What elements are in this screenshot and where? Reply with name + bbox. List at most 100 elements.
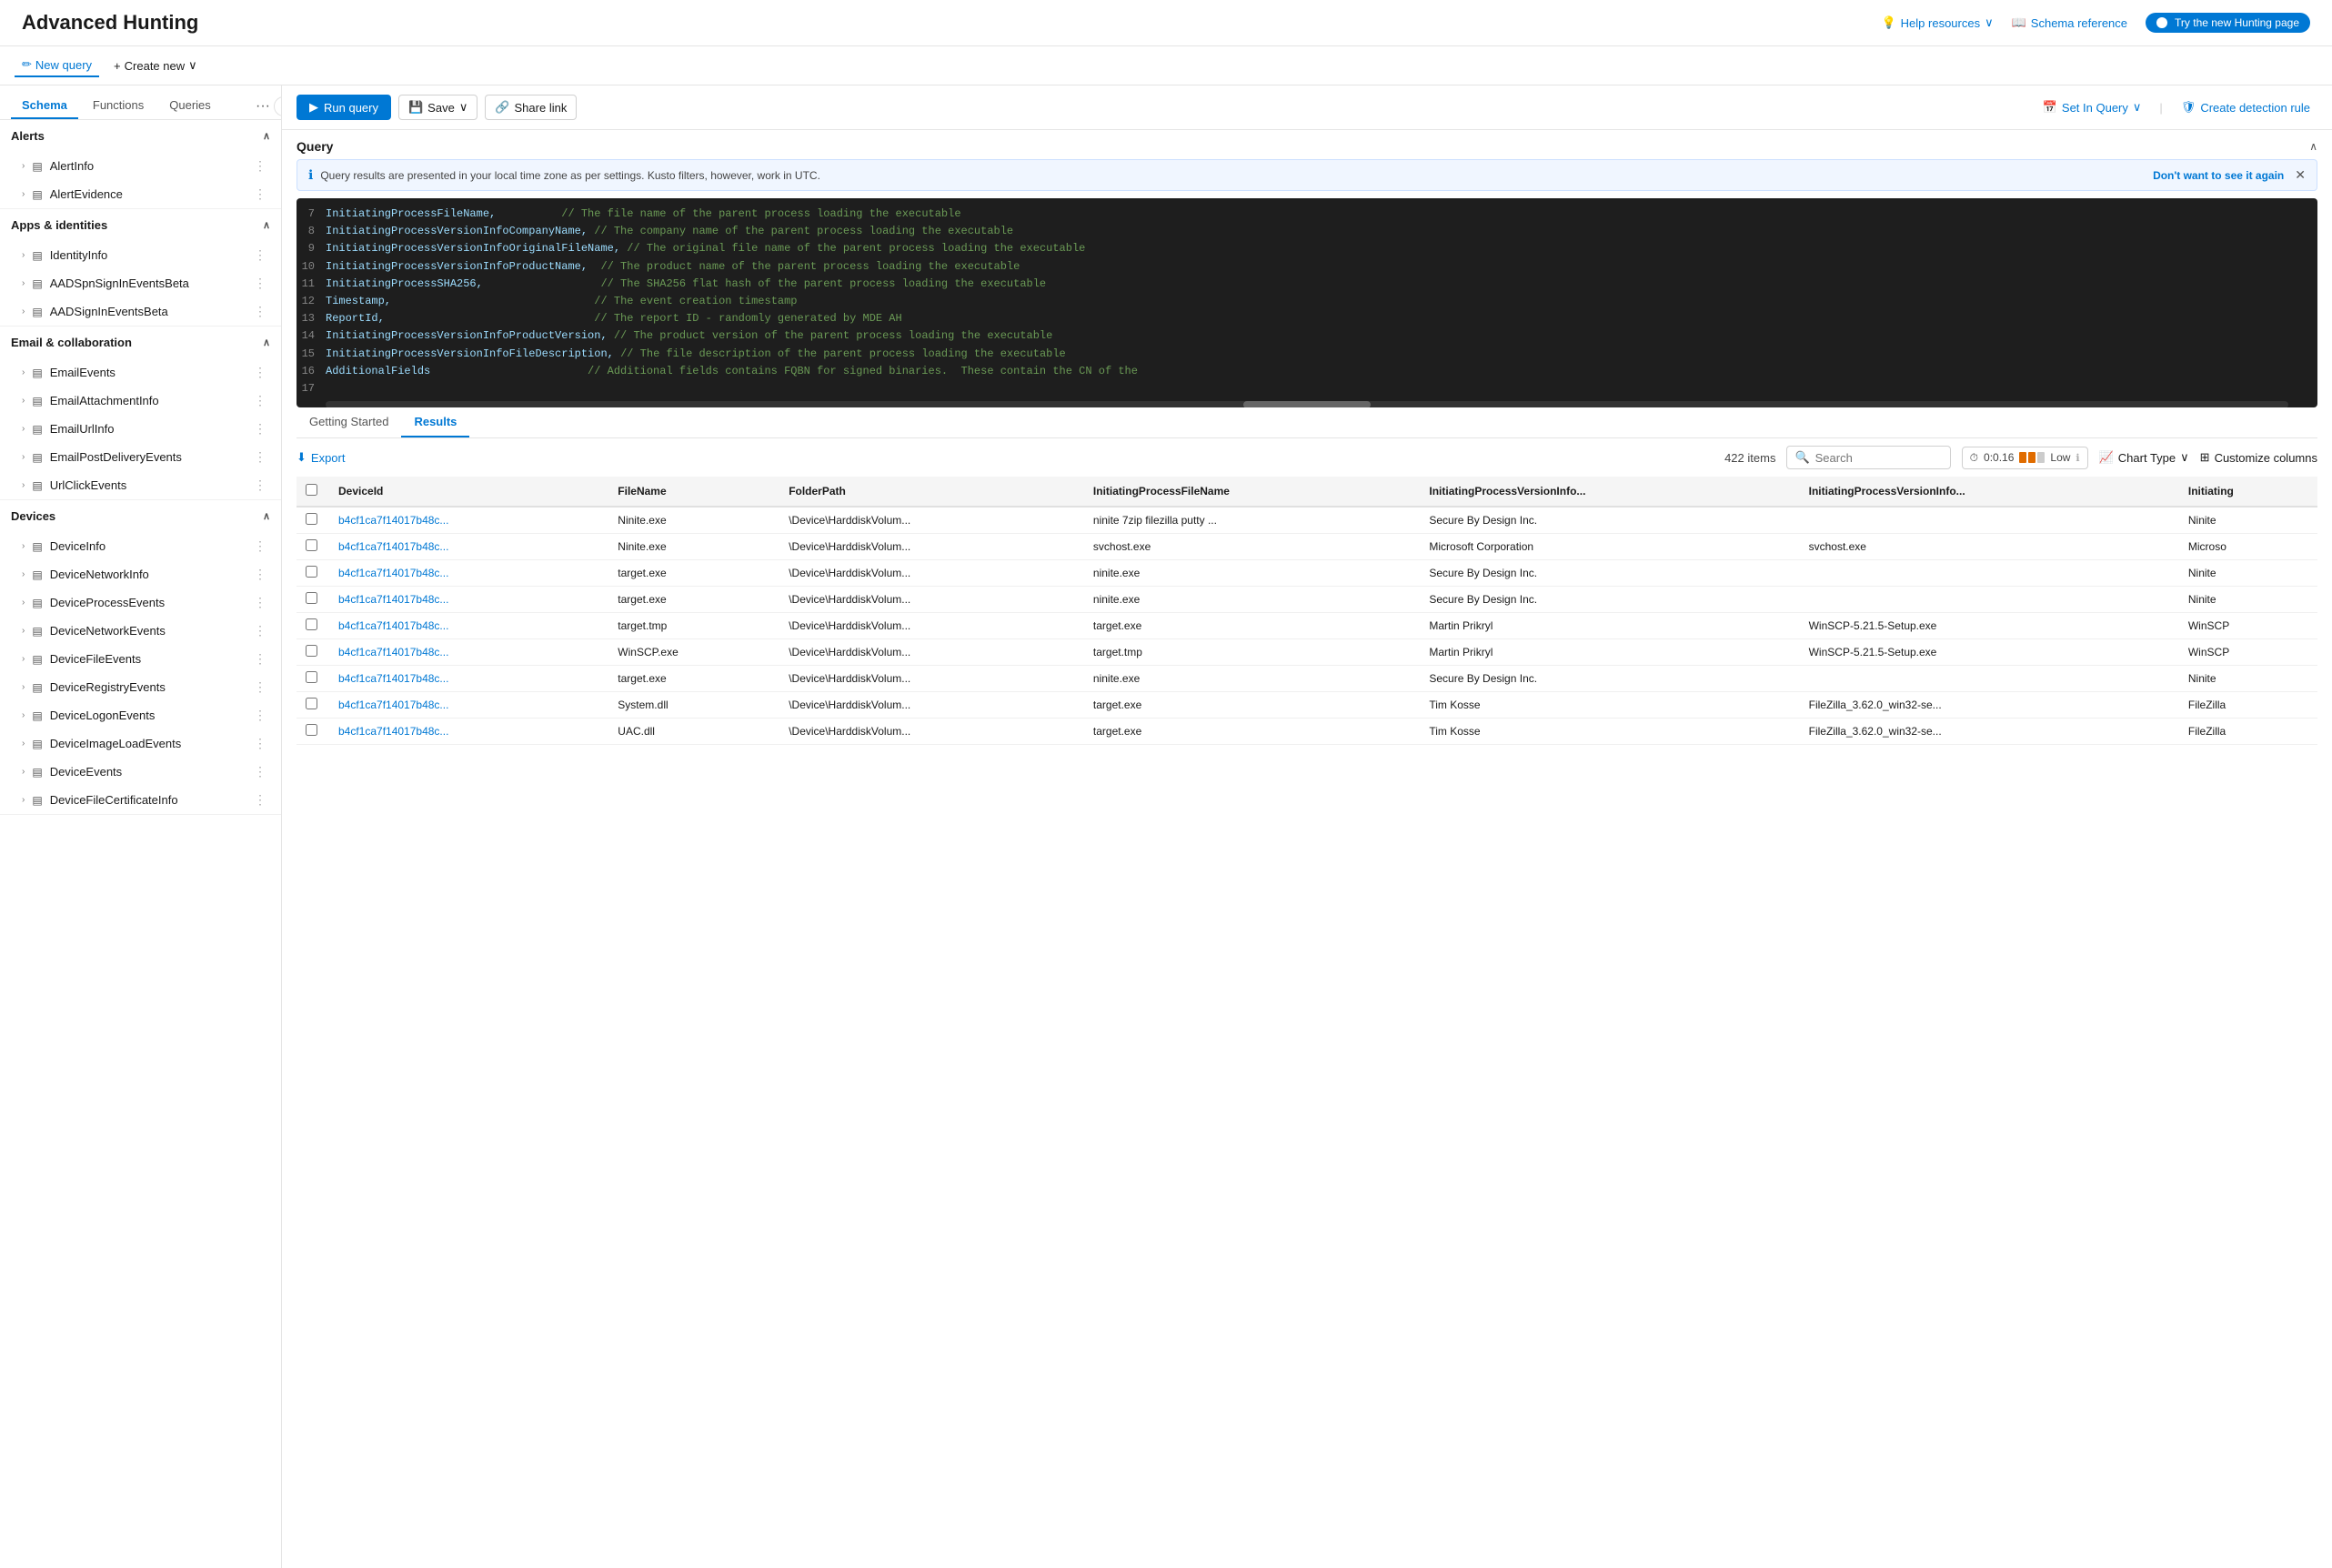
sidebar-more-button[interactable]: ··· bbox=[256, 98, 270, 115]
item-more-icon[interactable]: ⋮ bbox=[250, 565, 270, 584]
schema-item-deviceregistry[interactable]: › ▤ DeviceRegistryEvents ⋮ bbox=[0, 673, 281, 701]
item-more-icon[interactable]: ⋮ bbox=[250, 391, 270, 410]
new-query-button[interactable]: ✏ New query bbox=[15, 54, 99, 77]
schema-item-aadsign[interactable]: › ▤ AADSignInEventsBeta ⋮ bbox=[0, 297, 281, 326]
tab-results[interactable]: Results bbox=[401, 407, 469, 437]
item-more-icon[interactable]: ⋮ bbox=[250, 156, 270, 176]
tab-queries[interactable]: Queries bbox=[158, 93, 222, 119]
expand-icon: › bbox=[22, 626, 25, 636]
item-more-icon[interactable]: ⋮ bbox=[250, 185, 270, 204]
item-more-icon[interactable]: ⋮ bbox=[250, 593, 270, 612]
query-collapse-button[interactable]: ∧ bbox=[2309, 140, 2317, 153]
cell-deviceid[interactable]: b4cf1ca7f14017b48c... bbox=[329, 613, 608, 639]
schema-item-deviceinfo[interactable]: › ▤ DeviceInfo ⋮ bbox=[0, 532, 281, 560]
schema-item-devicelogon[interactable]: › ▤ DeviceLogonEvents ⋮ bbox=[0, 701, 281, 729]
row-checkbox[interactable] bbox=[297, 587, 329, 613]
row-checkbox[interactable] bbox=[297, 507, 329, 534]
item-more-icon[interactable]: ⋮ bbox=[250, 363, 270, 382]
horizontal-scrollbar[interactable] bbox=[326, 401, 2288, 407]
scrollbar-thumb[interactable] bbox=[1243, 401, 1371, 407]
cell-initiatingfilename: ninite.exe bbox=[1084, 666, 1420, 692]
section-alerts-header[interactable]: Alerts ∧ bbox=[0, 120, 281, 152]
item-more-icon[interactable]: ⋮ bbox=[250, 447, 270, 467]
results-table-wrapper[interactable]: DeviceId FileName FolderPath InitiatingP… bbox=[297, 477, 2317, 1568]
save-button[interactable]: 💾 Save ∨ bbox=[398, 95, 477, 120]
item-more-icon[interactable]: ⋮ bbox=[250, 678, 270, 697]
cell-filename: Ninite.exe bbox=[608, 507, 779, 534]
schema-item-devicenetworkevents[interactable]: › ▤ DeviceNetworkEvents ⋮ bbox=[0, 617, 281, 645]
chart-type-button[interactable]: 📈 Chart Type ∨ bbox=[2099, 450, 2189, 465]
schema-item-emailpostdelivery[interactable]: › ▤ EmailPostDeliveryEvents ⋮ bbox=[0, 443, 281, 471]
row-checkbox[interactable] bbox=[297, 666, 329, 692]
item-more-icon[interactable]: ⋮ bbox=[250, 762, 270, 781]
item-more-icon[interactable]: ⋮ bbox=[250, 246, 270, 265]
item-more-icon[interactable]: ⋮ bbox=[250, 790, 270, 809]
schema-item-aadspn[interactable]: › ▤ AADSpnSignInEventsBeta ⋮ bbox=[0, 269, 281, 297]
cell-deviceid[interactable]: b4cf1ca7f14017b48c... bbox=[329, 587, 608, 613]
section-apps-header[interactable]: Apps & identities ∧ bbox=[0, 209, 281, 241]
customize-columns-button[interactable]: ⊞ Customize columns bbox=[2200, 450, 2317, 465]
timing-value: 0:0.16 bbox=[1984, 451, 2014, 464]
item-more-icon[interactable]: ⋮ bbox=[250, 419, 270, 438]
header-initiating: Initiating bbox=[2179, 477, 2317, 507]
item-more-icon[interactable]: ⋮ bbox=[250, 476, 270, 495]
schema-item-emailurl[interactable]: › ▤ EmailUrlInfo ⋮ bbox=[0, 415, 281, 443]
expand-icon: › bbox=[22, 598, 25, 608]
cell-deviceid[interactable]: b4cf1ca7f14017b48c... bbox=[329, 507, 608, 534]
item-more-icon[interactable]: ⋮ bbox=[250, 302, 270, 321]
help-resources-link[interactable]: 💡 Help resources ∨ bbox=[1881, 15, 1993, 30]
item-more-icon[interactable]: ⋮ bbox=[250, 706, 270, 725]
schema-item-alertinfo[interactable]: › ▤ AlertInfo ⋮ bbox=[0, 152, 281, 180]
schema-item-emailattachment[interactable]: › ▤ EmailAttachmentInfo ⋮ bbox=[0, 387, 281, 415]
header-checkbox[interactable] bbox=[297, 477, 329, 507]
row-checkbox[interactable] bbox=[297, 613, 329, 639]
cell-deviceid[interactable]: b4cf1ca7f14017b48c... bbox=[329, 534, 608, 560]
schema-item-deviceevents[interactable]: › ▤ DeviceEvents ⋮ bbox=[0, 758, 281, 786]
schema-item-emailevents[interactable]: › ▤ EmailEvents ⋮ bbox=[0, 358, 281, 387]
cell-deviceid[interactable]: b4cf1ca7f14017b48c... bbox=[329, 666, 608, 692]
tab-schema[interactable]: Schema bbox=[11, 93, 78, 119]
cell-deviceid[interactable]: b4cf1ca7f14017b48c... bbox=[329, 560, 608, 587]
cell-deviceid[interactable]: b4cf1ca7f14017b48c... bbox=[329, 719, 608, 745]
schema-item-devicenetworkinfo[interactable]: › ▤ DeviceNetworkInfo ⋮ bbox=[0, 560, 281, 588]
try-new-toggle[interactable]: Try the new Hunting page bbox=[2146, 13, 2310, 33]
schema-item-identityinfo[interactable]: › ▤ IdentityInfo ⋮ bbox=[0, 241, 281, 269]
item-more-icon[interactable]: ⋮ bbox=[250, 649, 270, 668]
tab-functions[interactable]: Functions bbox=[82, 93, 155, 119]
schema-item-devicefileevents[interactable]: › ▤ DeviceFileEvents ⋮ bbox=[0, 645, 281, 673]
clock-icon: ⏱ bbox=[1970, 451, 1978, 465]
item-more-icon[interactable]: ⋮ bbox=[250, 621, 270, 640]
search-input[interactable] bbox=[1815, 451, 1943, 465]
schema-item-alertevidence[interactable]: › ▤ AlertEvidence ⋮ bbox=[0, 180, 281, 208]
tab-getting-started[interactable]: Getting Started bbox=[297, 407, 401, 437]
row-checkbox[interactable] bbox=[297, 639, 329, 666]
row-checkbox[interactable] bbox=[297, 692, 329, 719]
schema-item-devicefilecert[interactable]: › ▤ DeviceFileCertificateInfo ⋮ bbox=[0, 786, 281, 814]
section-email-header[interactable]: Email & collaboration ∧ bbox=[0, 327, 281, 358]
search-box[interactable]: 🔍 bbox=[1786, 446, 1950, 469]
export-button[interactable]: ⬇ Export bbox=[297, 450, 345, 465]
cell-deviceid[interactable]: b4cf1ca7f14017b48c... bbox=[329, 639, 608, 666]
schema-item-deviceprocessevents[interactable]: › ▤ DeviceProcessEvents ⋮ bbox=[0, 588, 281, 617]
section-devices-header[interactable]: Devices ∧ bbox=[0, 500, 281, 532]
create-new-button[interactable]: + Create new ∨ bbox=[106, 55, 205, 76]
table-row: b4cf1ca7f14017b48c... target.exe \Device… bbox=[297, 666, 2317, 692]
share-link-button[interactable]: 🔗 Share link bbox=[485, 95, 577, 120]
item-more-icon[interactable]: ⋮ bbox=[250, 734, 270, 753]
row-checkbox[interactable] bbox=[297, 534, 329, 560]
cell-deviceid[interactable]: b4cf1ca7f14017b48c... bbox=[329, 692, 608, 719]
row-checkbox[interactable] bbox=[297, 719, 329, 745]
create-detection-button[interactable]: 🛡 Create detection rule bbox=[2174, 96, 2317, 118]
select-all-checkbox[interactable] bbox=[306, 484, 317, 496]
row-checkbox[interactable] bbox=[297, 560, 329, 587]
dismiss-banner-button[interactable]: ✕ bbox=[2295, 167, 2306, 183]
schema-reference-link[interactable]: 📖 Schema reference bbox=[2012, 15, 2127, 30]
schema-item-urlclick[interactable]: › ▤ UrlClickEvents ⋮ bbox=[0, 471, 281, 499]
schema-item-deviceimageload[interactable]: › ▤ DeviceImageLoadEvents ⋮ bbox=[0, 729, 281, 758]
run-query-button[interactable]: ▶ Run query bbox=[297, 95, 391, 120]
code-editor[interactable]: 7 InitiatingProcessFileName, // The file… bbox=[297, 198, 2317, 407]
item-more-icon[interactable]: ⋮ bbox=[250, 274, 270, 293]
set-in-query-button[interactable]: 📅 Set In Query ∨ bbox=[2035, 96, 2149, 118]
dont-show-link[interactable]: Don't want to see it again bbox=[2153, 169, 2284, 182]
item-more-icon[interactable]: ⋮ bbox=[250, 537, 270, 556]
